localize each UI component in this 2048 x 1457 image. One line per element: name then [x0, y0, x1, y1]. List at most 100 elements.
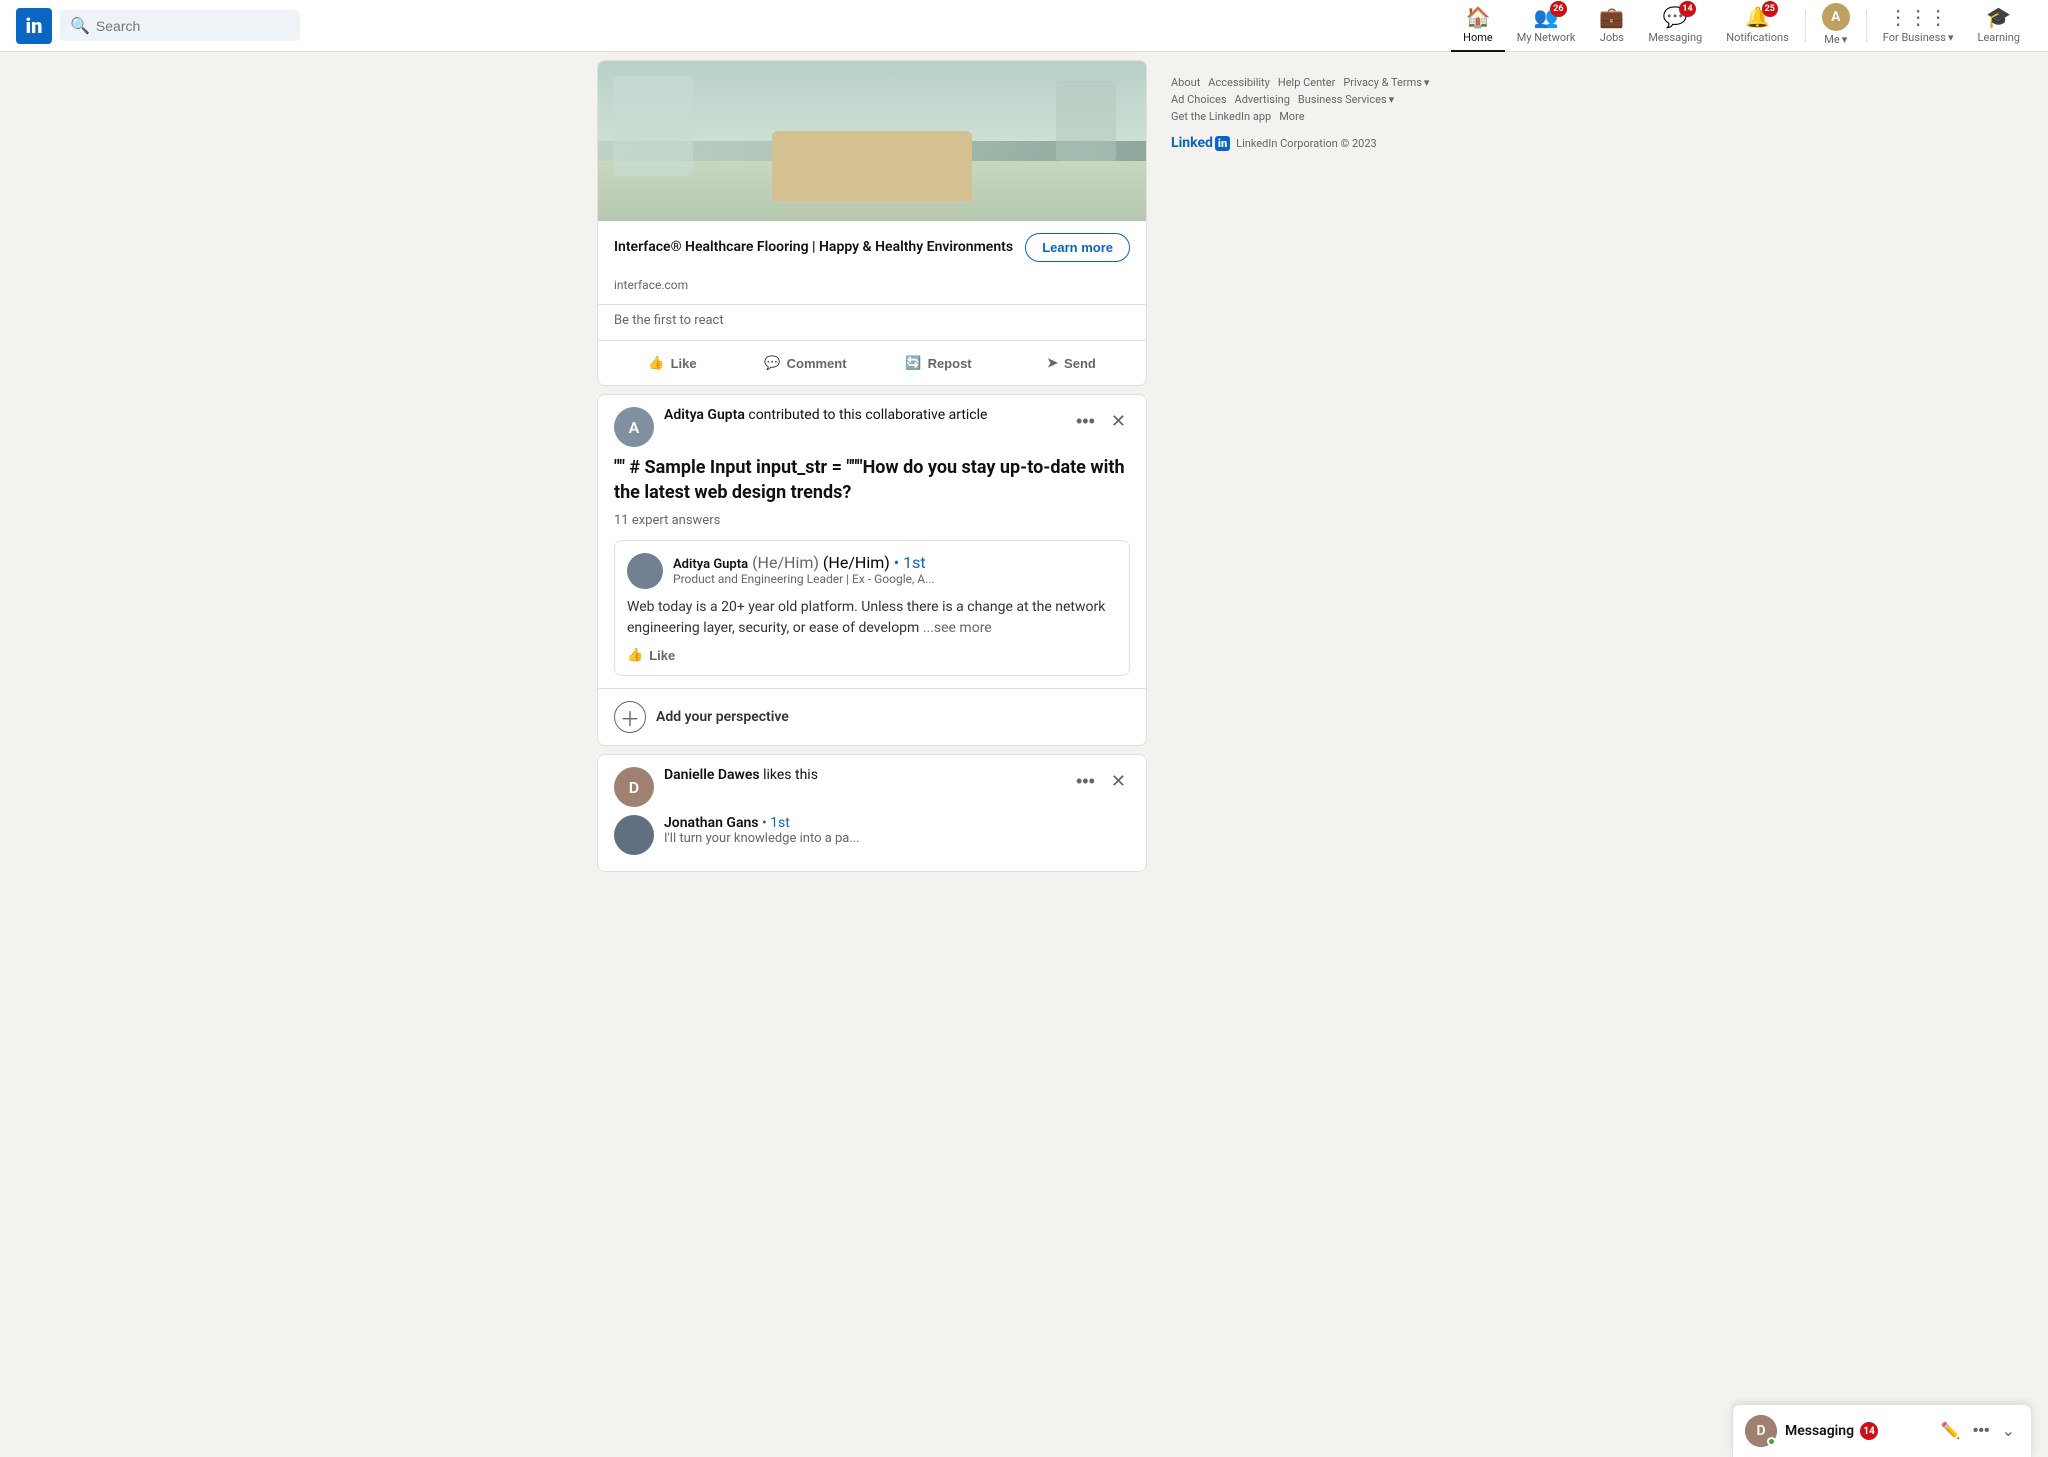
third-close-button[interactable]: ✕ [1107, 767, 1130, 796]
jonathan-avatar [614, 815, 654, 855]
messaging-more-button[interactable]: ••• [1969, 1418, 1994, 1444]
nav-for-business[interactable]: ⋮⋮⋮ For Business ▾ [1871, 0, 1966, 52]
privacy-dropdown-icon: ▾ [1424, 76, 1430, 89]
comment-icon: 💬 [764, 355, 780, 371]
ad-image [598, 61, 1146, 221]
messaging-header[interactable]: D Messaging 14 ✏️ ••• ⌄ [1733, 1405, 2031, 1457]
send-button[interactable]: ➤ Send [1005, 345, 1138, 381]
nav-jobs[interactable]: 💼 Jobs [1587, 0, 1636, 52]
messaging-minimize-button[interactable]: ⌄ [1998, 1417, 2019, 1445]
nav-notifications[interactable]: 🔔 25 Notifications [1714, 0, 1801, 52]
messaging-badge: 14 [1679, 1, 1695, 17]
business-dropdown-icon: ▾ [1389, 93, 1395, 106]
comment-label: Comment [787, 356, 847, 371]
footer-business-services[interactable]: Business Services ▾ [1298, 93, 1394, 106]
nav-learning[interactable]: 🎓 Learning [1966, 0, 2032, 52]
linkedin-logo[interactable]: in [16, 8, 52, 44]
like-label: Like [671, 356, 697, 371]
collab-more-button[interactable]: ••• [1072, 407, 1099, 436]
danielle-avatar: D [614, 767, 654, 807]
ad-title-block: Interface® Healthcare Flooring | Happy &… [614, 238, 1025, 258]
footer-about[interactable]: About [1171, 76, 1200, 89]
footer-brand: Linkedin LinkedIn Corporation © 2023 [1171, 135, 1451, 151]
nav-home[interactable]: 🏠 Home [1451, 0, 1505, 52]
add-perspective-row[interactable]: ＋ Add your perspective [598, 688, 1146, 745]
answer-body: Web today is a 20+ year old platform. Un… [627, 597, 1117, 639]
footer-help-center[interactable]: Help Center [1278, 76, 1336, 89]
answer-like-icon: 👍 [627, 647, 643, 663]
third-card-header: D Danielle Dawes likes this ••• ✕ [598, 755, 1146, 815]
answer-like-button[interactable]: 👍 Like [627, 639, 675, 663]
footer-privacy-terms[interactable]: Privacy & Terms ▾ [1343, 76, 1429, 89]
nav-messaging[interactable]: 💬 14 Messaging [1636, 0, 1714, 52]
expert-count: 11 expert answers [598, 513, 1146, 540]
network-badge: 26 [1550, 1, 1566, 17]
messaging-controls: ✏️ ••• ⌄ [1937, 1417, 2019, 1445]
nav-items: 🏠 Home 👥 26 My Network 💼 Jobs 💬 14 Messa… [1451, 0, 2032, 52]
nav-my-network[interactable]: 👥 26 My Network [1505, 0, 1588, 52]
add-perspective-label: Add your perspective [656, 709, 789, 725]
messaging-widget[interactable]: D Messaging 14 ✏️ ••• ⌄ [1732, 1404, 2032, 1457]
search-bar[interactable]: 🔍 [60, 10, 300, 41]
search-input[interactable] [96, 18, 290, 34]
nav-jobs-label: Jobs [1600, 31, 1624, 44]
footer-links: About Accessibility Help Center Privacy … [1171, 76, 1451, 123]
collab-author-avatar: A [614, 407, 654, 447]
network-icon: 👥 26 [1534, 5, 1559, 29]
repost-icon: 🔄 [905, 355, 921, 371]
learning-icon: 🎓 [1986, 5, 2011, 29]
messaging-compose-button[interactable]: ✏️ [1937, 1417, 1965, 1445]
answer-author-name-line: Aditya Gupta (He/Him) (He/Him) • 1st [673, 553, 935, 572]
nav-me-label: Me ▾ [1824, 33, 1847, 46]
footer-accessibility[interactable]: Accessibility [1208, 76, 1270, 89]
nav-business-label: For Business ▾ [1883, 31, 1954, 44]
jonathan-text: Jonathan Gans • 1st I'll turn your knowl… [664, 815, 860, 846]
like-button[interactable]: 👍 Like [606, 345, 739, 381]
jonathan-preview-text: I'll turn your knowledge into a pa... [664, 831, 860, 846]
footer-links-section: About Accessibility Help Center Privacy … [1171, 68, 1451, 159]
footer-get-app[interactable]: Get the LinkedIn app [1171, 110, 1271, 123]
jobs-icon: 💼 [1599, 5, 1624, 29]
comment-button[interactable]: 💬 Comment [739, 345, 872, 381]
right-column: About Accessibility Help Center Privacy … [1171, 60, 1451, 880]
search-icon: 🔍 [70, 16, 90, 35]
answer-block: Aditya Gupta (He/Him) (He/Him) • 1st Pro… [614, 540, 1130, 676]
me-avatar: A [1822, 3, 1850, 31]
collab-post-meta: Aditya Gupta contributed to this collabo… [664, 407, 1062, 423]
reaction-text: Be the first to react [598, 304, 1146, 340]
like-icon: 👍 [648, 355, 664, 371]
linkedin-footer-logo: Linkedin [1171, 135, 1230, 151]
repost-button[interactable]: 🔄 Repost [872, 345, 1005, 381]
ad-title: Interface® Healthcare Flooring | Happy &… [614, 238, 1025, 258]
footer-ad-choices[interactable]: Ad Choices [1171, 93, 1227, 106]
messaging-title: Messaging 14 [1785, 1422, 1929, 1440]
nav-divider-2 [1866, 10, 1867, 42]
nav-home-label: Home [1463, 31, 1493, 44]
third-post-meta: Danielle Dawes likes this [664, 767, 1062, 783]
nav-me[interactable]: A Me ▾ [1810, 0, 1862, 52]
learn-more-button[interactable]: Learn more [1025, 233, 1130, 262]
messaging-count-badge: 14 [1860, 1422, 1878, 1440]
repost-label: Repost [928, 356, 972, 371]
collab-close-button[interactable]: ✕ [1107, 407, 1130, 436]
messaging-avatar: D [1745, 1415, 1777, 1447]
third-card: D Danielle Dawes likes this ••• ✕ [597, 754, 1147, 872]
collab-article-title: "" # Sample Input input_str = """How do … [598, 455, 1146, 513]
nav-learning-label: Learning [1978, 31, 2020, 44]
nav-notifications-label: Notifications [1726, 31, 1789, 44]
collab-post-actions: ••• ✕ [1072, 407, 1130, 436]
nav-network-label: My Network [1517, 31, 1576, 44]
navbar: in 🔍 🏠 Home 👥 26 My Network 💼 Jobs 💬 [0, 0, 2048, 52]
add-perspective-button[interactable]: ＋ [614, 701, 646, 733]
third-more-button[interactable]: ••• [1072, 767, 1099, 796]
see-more-link[interactable]: ...see more [923, 620, 992, 636]
footer-copyright: LinkedIn Corporation © 2023 [1236, 137, 1377, 150]
answer-header: Aditya Gupta (He/Him) (He/Him) • 1st Pro… [627, 553, 1117, 589]
answer-author-title: Product and Engineering Leader | Ex - Go… [673, 572, 935, 588]
jonathan-preview: Jonathan Gans • 1st I'll turn your knowl… [598, 815, 1146, 871]
footer-advertising[interactable]: Advertising [1235, 93, 1290, 106]
footer-more[interactable]: More [1279, 110, 1304, 123]
messaging-nav-icon: 💬 14 [1663, 5, 1688, 29]
action-bar: 👍 Like 💬 Comment 🔄 Repost ➤ Send [598, 340, 1146, 385]
notifications-icon: 🔔 25 [1745, 5, 1770, 29]
